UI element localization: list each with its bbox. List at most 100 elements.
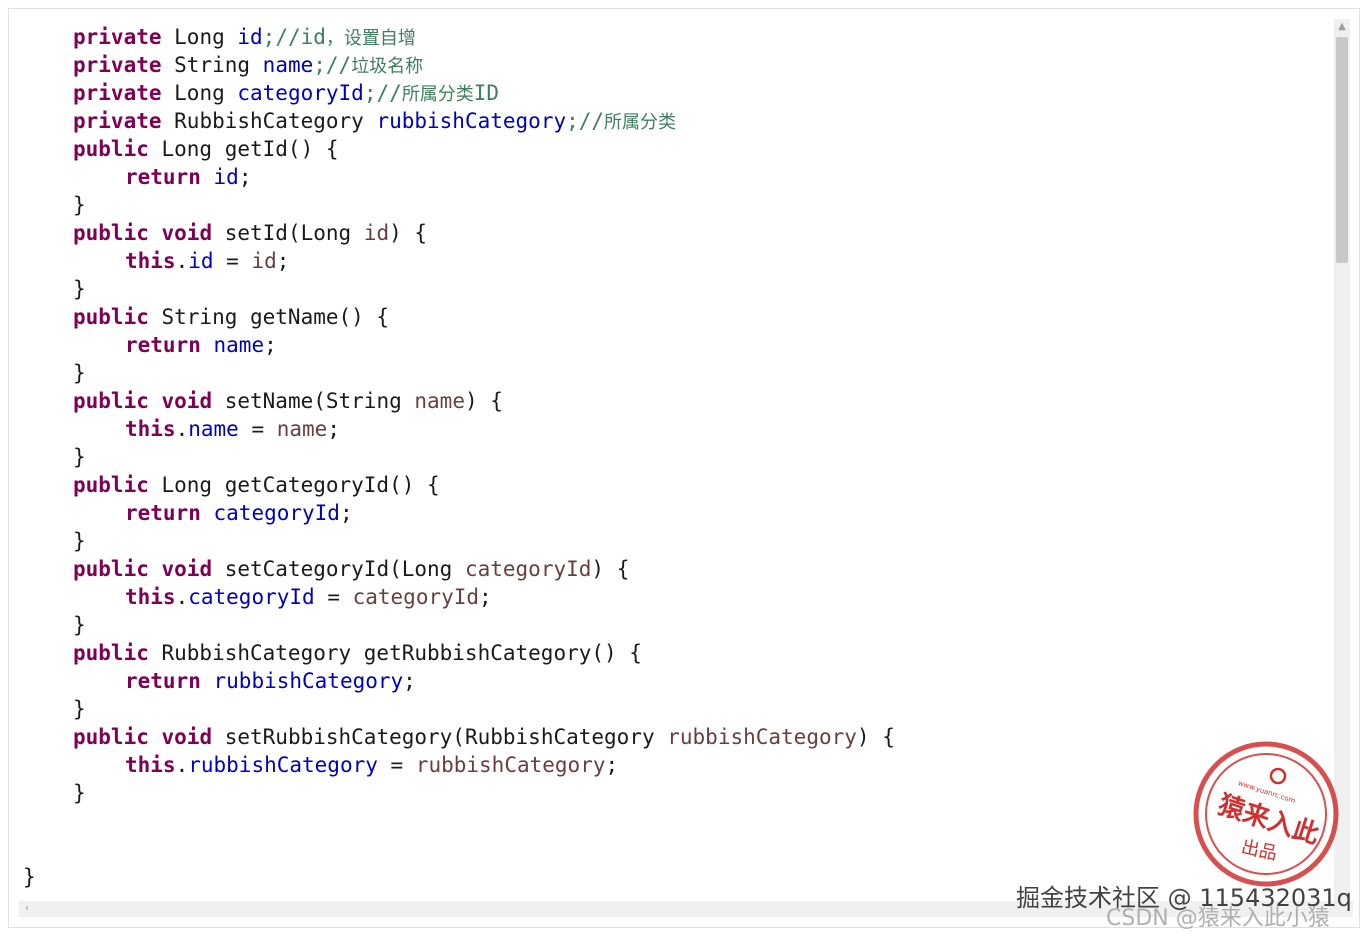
field-ref: categoryId	[213, 501, 340, 525]
param-ref: categoryId	[352, 585, 480, 609]
keyword: public	[73, 641, 149, 665]
semicolon: ;	[479, 585, 492, 609]
code-line-close: }	[73, 277, 86, 301]
keyword: public	[73, 305, 149, 329]
field-name: rubbishCategory	[376, 109, 567, 133]
keyword: private	[73, 81, 162, 105]
code-line-set-name-body: this.name = name;	[125, 417, 340, 441]
code-line-field-category-id: private Long categoryId;//所属分类ID	[73, 79, 499, 107]
code-line-set-category-id-sig: public void setCategoryId(Long categoryI…	[73, 555, 629, 583]
keyword: public	[73, 389, 149, 413]
code-line-get-rubbish-category-sig: public RubbishCategory getRubbishCategor…	[73, 639, 642, 667]
assign: =	[213, 249, 252, 273]
scrollbar-thumb[interactable]	[1336, 37, 1348, 263]
comment: ;//	[566, 109, 605, 133]
code-line-close: }	[73, 361, 86, 385]
keyword: public	[73, 725, 149, 749]
scroll-left-arrow-icon[interactable]: ‹	[19, 901, 35, 917]
signature: setRubbishCategory(RubbishCategory	[212, 725, 668, 749]
code-line-close: }	[73, 445, 86, 469]
code-line-set-rubbish-category-sig: public void setRubbishCategory(RubbishCa…	[73, 723, 895, 751]
type: RubbishCategory	[161, 109, 377, 133]
code-line-field-name: private String name;//垃圾名称	[73, 51, 423, 79]
code-line-get-category-id-sig: public Long getCategoryId() {	[73, 471, 440, 499]
type: String	[161, 53, 263, 77]
field-name: id	[237, 25, 263, 49]
code-line-get-name-sig: public String getName() {	[73, 303, 389, 331]
code-line-field-id: private Long id;//id，设置自增	[73, 23, 416, 51]
keyword: return	[125, 333, 201, 357]
field-ref: name	[188, 417, 239, 441]
signature-end: ) {	[389, 221, 428, 245]
code-line-set-id-body: this.id = id;	[125, 249, 290, 273]
code-line-close: }	[73, 781, 86, 805]
code-line-set-category-id-body: this.categoryId = categoryId;	[125, 585, 492, 609]
assign: =	[314, 585, 353, 609]
watermark-csdn: CSDN @猿来入此小猿	[1106, 906, 1330, 931]
keyword: return	[125, 669, 201, 693]
semicolon: ;	[264, 333, 277, 357]
semicolon: ;	[238, 165, 252, 189]
signature: Long getId() {	[148, 137, 339, 161]
code-line-set-rubbish-category-body: this.rubbishCategory = rubbishCategory;	[125, 753, 619, 777]
comment-text: 垃圾名称	[351, 56, 424, 77]
type: Long	[161, 25, 238, 49]
code-area[interactable]: private Long id;//id，设置自增 private String…	[23, 23, 1343, 913]
stamp-sub: 出品	[1239, 837, 1279, 865]
keyword-this: this	[125, 753, 176, 777]
comment: ;//id	[262, 25, 326, 49]
keyword-this: this	[125, 585, 176, 609]
assign: =	[238, 417, 277, 441]
keyword: private	[73, 109, 162, 133]
code-line-field-rubbish-category: private RubbishCategory rubbishCategory;…	[73, 107, 676, 135]
code-line-set-id-sig: public void setId(Long id) {	[73, 219, 427, 247]
code-line-close: }	[73, 613, 86, 637]
comment-tail: ID	[473, 81, 500, 105]
signature: setName(String	[212, 389, 415, 413]
code-line-close: }	[73, 529, 86, 553]
code-line-get-category-id-body: return categoryId;	[125, 499, 353, 527]
keyword: public	[73, 221, 149, 245]
field-ref: rubbishCategory	[188, 753, 378, 777]
field-ref: categoryId	[188, 585, 315, 609]
keyword: public	[73, 137, 149, 161]
signature-end: ) {	[856, 725, 895, 749]
field-name: name	[262, 53, 314, 77]
semicolon: ;	[605, 753, 619, 777]
comment-text: ，设置自增	[325, 28, 416, 49]
keyword-void: void	[161, 725, 213, 749]
stamp-seal-icon: www.yuanrc.com 猿来入此 出品	[1193, 741, 1339, 887]
param: rubbishCategory	[667, 725, 857, 749]
keyword-void: void	[161, 389, 213, 413]
param-ref: rubbishCategory	[415, 753, 606, 777]
keyword: private	[73, 53, 162, 77]
scroll-up-arrow-icon[interactable]: ▲	[1334, 19, 1350, 35]
param: id	[363, 221, 390, 245]
keyword: public	[73, 473, 149, 497]
field-ref: name	[213, 333, 265, 357]
keyword-this: this	[125, 417, 176, 441]
field-ref: id	[188, 249, 214, 273]
code-line-close: }	[73, 193, 86, 217]
param: categoryId	[464, 557, 592, 581]
code-line-get-name-body: return name;	[125, 331, 277, 359]
code-line-get-id-sig: public Long getId() {	[73, 135, 339, 163]
keyword-void: void	[161, 221, 213, 245]
keyword: return	[125, 165, 201, 189]
param-ref: name	[276, 417, 328, 441]
comment-text: 所属分类	[604, 112, 677, 133]
keyword: return	[125, 501, 201, 525]
code-line-get-rubbish-category-body: return rubbishCategory;	[125, 667, 416, 695]
keyword: public	[73, 557, 149, 581]
semicolon: ;	[403, 669, 416, 693]
semicolon: ;	[339, 501, 353, 525]
assign: =	[377, 753, 416, 777]
comment: ;//	[363, 81, 402, 105]
comment: ;//	[313, 53, 352, 77]
field-ref: id	[213, 165, 239, 189]
param: name	[414, 389, 465, 413]
signature: String getName() {	[148, 305, 390, 329]
signature: setCategoryId(Long	[212, 557, 465, 581]
code-line-close: }	[73, 697, 86, 721]
param-ref: id	[251, 249, 277, 273]
